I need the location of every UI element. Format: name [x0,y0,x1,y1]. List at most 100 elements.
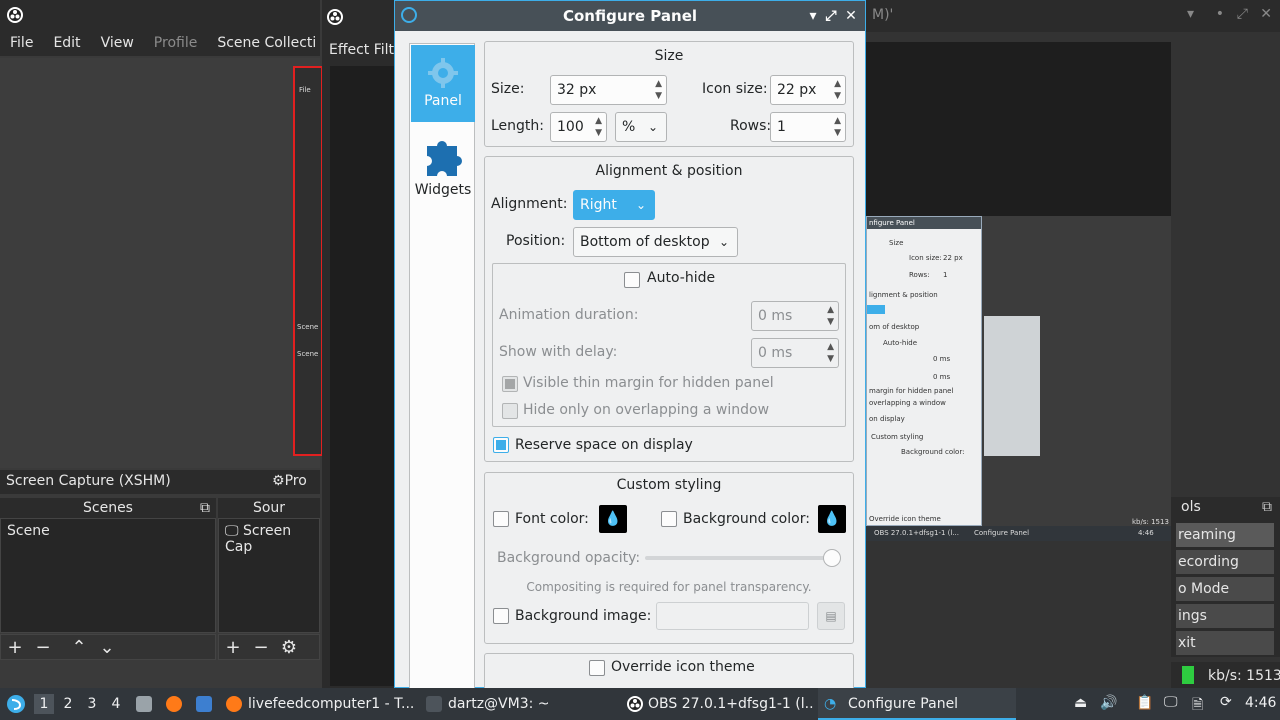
bg-opacity-slider-handle[interactable] [823,549,841,567]
spin-arrows-icon[interactable]: ▲ ▼ [595,115,602,139]
gear-icon [428,58,458,88]
task-configure-panel-label: Configure Panel [848,696,959,712]
clock[interactable]: 4:46 [1245,695,1276,711]
source-list-item[interactable]: 🖵 Screen Cap [219,519,319,559]
start-menu-icon[interactable] [6,694,26,714]
float-dock-icon[interactable]: ⧉ [1262,499,1272,515]
menu-edit[interactable]: Edit [43,35,90,51]
sidebar-item-panel[interactable]: Panel [411,45,475,122]
font-color-button[interactable]: 💧 [599,505,627,533]
menu-view[interactable]: View [91,35,144,51]
settings-button[interactable]: ings [1176,604,1274,628]
properties-button[interactable]: ⚙Pro [272,473,307,489]
desktop-1[interactable]: 1 [34,694,54,714]
folder-icon[interactable] [196,696,212,712]
nested-custom: Custom styling [871,433,924,441]
notifications-icon[interactable]: 🗎 [1192,694,1203,718]
font-color-checkbox[interactable] [493,511,509,527]
scenes-list[interactable]: Scene [0,518,216,633]
spin-arrows-icon[interactable]: ▲ ▼ [827,341,834,365]
preview-capture-frame[interactable]: File Scene Scene [293,66,323,456]
sidebar-item-widgets[interactable]: Widgets [411,128,475,204]
task-obs[interactable]: OBS 27.0.1+dfsg1-1 (l... [648,688,814,720]
position-combo[interactable]: Bottom of desktop ⌄ [573,227,738,257]
rows-label: Rows: [730,118,772,134]
clipboard-icon[interactable]: 📋 [1136,695,1153,711]
alignment-label: Alignment: [491,196,568,212]
move-down-icon[interactable]: ⌄ [93,637,121,658]
animation-duration-spinbox[interactable]: 0 ms ▲ ▼ [751,301,839,331]
rows-spinbox[interactable]: 1 ▲ ▼ [770,112,846,142]
add-icon[interactable]: + [219,637,247,658]
task-terminal[interactable]: dartz@VM3: ~ [448,688,608,720]
minimize-icon[interactable]: ▾ [803,6,823,26]
close-icon[interactable]: ✕ [1260,6,1272,22]
animation-duration-label: Animation duration: [499,307,639,323]
exit-button[interactable]: xit [1176,631,1274,655]
length-unit-combo[interactable]: % ⌄ [615,112,667,142]
spin-arrows-icon[interactable]: ▲ ▼ [827,304,834,328]
bg-color-checkbox[interactable] [661,511,677,527]
volume-icon[interactable]: 🔊 [1100,695,1117,711]
minimize-icon[interactable]: • [1216,6,1224,22]
display-icon[interactable]: 🖵 [1164,694,1178,710]
close-icon[interactable]: ✕ [841,6,861,26]
properties-label: Pro [284,473,307,489]
float-dock-icon[interactable]: ⧉ [200,498,210,518]
add-icon[interactable]: + [1,637,29,658]
bg-opacity-slider[interactable] [645,556,835,560]
bg-image-path-field[interactable] [656,602,809,630]
remove-icon[interactable]: − [247,637,275,658]
override-icon-checkbox[interactable] [589,660,605,676]
menu-file[interactable]: File [0,35,43,51]
desktop-3[interactable]: 3 [82,694,102,714]
show-delay-spinbox[interactable]: 0 ms ▲ ▼ [751,338,839,368]
move-up-icon[interactable]: ⌃ [65,637,93,658]
autohide-checkbox[interactable] [624,272,640,288]
eject-icon[interactable]: ⏏ [1074,695,1087,711]
file-manager-icon[interactable] [136,696,152,712]
start-recording-button[interactable]: ecording [1176,550,1274,574]
scene-list-item[interactable]: Scene [1,519,215,543]
browse-image-button[interactable]: ▤ [817,602,845,630]
spin-arrows-icon[interactable]: ▲ ▼ [655,78,662,102]
remove-icon[interactable]: − [29,637,57,658]
spin-arrows-icon[interactable]: ▲ ▼ [834,78,841,102]
font-color-label: Font color: [515,511,589,527]
size-spinbox[interactable]: 32 px ▲ ▼ [550,75,667,105]
task-configure-panel[interactable]: ◔ Configure Panel [818,688,1016,720]
bg-image-checkbox[interactable] [493,608,509,624]
length-spinbox[interactable]: 100 ▲ ▼ [550,112,607,142]
sources-list[interactable]: 🖵 Screen Cap [218,518,320,633]
alignment-combo[interactable]: Right ⌄ [573,190,655,220]
obs-logo-icon [327,9,343,25]
updates-icon[interactable]: ⟳ [1220,694,1232,710]
nested-align: lignment & position [869,291,938,299]
menu-profile[interactable]: Profile [144,35,208,51]
bitrate-label: kb/s: 1513 [1208,668,1280,684]
icon-size-spinbox[interactable]: 22 px ▲ ▼ [770,75,846,105]
menu-scene-collection[interactable]: Scene Collecti [207,35,326,51]
overlap-checkbox[interactable] [502,403,518,419]
desktop-2[interactable]: 2 [58,694,78,714]
show-delay-value: 0 ms [758,345,793,361]
task-livefeed[interactable]: livefeedcomputer1 - T... [248,688,414,720]
studio-mode-button[interactable]: o Mode [1176,577,1274,601]
monitor-icon: 🖵 [225,523,239,539]
desktop-4[interactable]: 4 [106,694,126,714]
reserve-space-checkbox[interactable] [493,437,509,453]
bg-color-button[interactable]: 💧 [818,505,846,533]
droplet-icon: 💧 [823,511,841,527]
spin-arrows-icon[interactable]: ▲ ▼ [834,115,841,139]
firefox-icon[interactable] [166,696,182,712]
menu-icon[interactable]: ▾ [1187,6,1194,22]
thin-margin-checkbox[interactable] [502,376,518,392]
start-streaming-button[interactable]: reaming [1176,523,1274,547]
nested-window [984,316,1040,456]
configure-panel-dialog: Configure Panel ▾ ⤢ ✕ Panel Widgets Size… [394,0,866,693]
length-value: 100 [557,119,584,135]
sources-toolbar: + − ⚙ [218,634,320,660]
gear-icon[interactable]: ⚙ [275,637,303,658]
maximize-icon[interactable]: ⤢ [821,6,841,26]
maximize-icon[interactable]: ⤢ [1237,6,1248,22]
